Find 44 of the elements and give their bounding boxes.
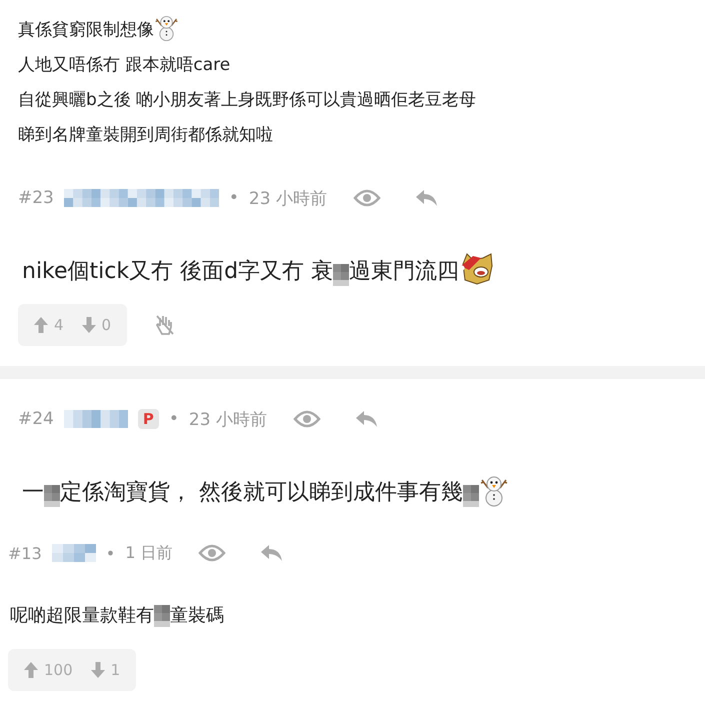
arrow-up-icon [34, 317, 48, 333]
body-text: 人地又唔係冇 跟本就唔care [18, 54, 230, 76]
dog-emoticon-icon [459, 252, 496, 286]
pixelated-name [52, 544, 96, 562]
body-text: 真係貧窮限制想像 [18, 19, 154, 41]
body-text: 一 [22, 479, 44, 507]
body-text: 睇到名牌童裝開到周街都係就知啦 [18, 124, 273, 146]
post-number: #13 [8, 544, 42, 562]
reply-icon[interactable] [260, 544, 284, 562]
body-text: 童裝碼 [170, 604, 224, 627]
censored-mosaic [44, 485, 60, 507]
post-time: 1 日前 [125, 542, 172, 564]
eye-icon[interactable] [292, 410, 321, 428]
hand-slash-icon[interactable] [155, 314, 176, 336]
upvote-button[interactable]: 4 [34, 316, 64, 334]
body-text: nike個tick又冇 後面d字又冇 衰 [22, 258, 334, 286]
downvote-button[interactable]: 0 [82, 316, 112, 334]
censored-mosaic [333, 264, 350, 286]
snowman-icon [154, 14, 179, 41]
post-number: #24 [18, 409, 54, 429]
body-text: 定係淘寶貨， 然後就可以睇到成件事有幾 [60, 479, 463, 507]
eye-icon[interactable] [352, 189, 381, 207]
censored-mosaic [154, 605, 170, 627]
badge: P [138, 409, 159, 429]
upvote-button[interactable]: 100 [24, 661, 73, 679]
eye-icon[interactable] [198, 544, 226, 562]
post-time: 23 小時前 [248, 188, 327, 210]
arrow-down-icon [82, 317, 96, 333]
arrow-down-icon [90, 662, 105, 678]
downvote-button[interactable]: 1 [90, 661, 120, 679]
separator-dot: • [106, 544, 116, 562]
reply-icon[interactable] [414, 189, 439, 207]
body-text: 呢啲超限量款鞋有 [10, 604, 154, 627]
censored-mosaic [463, 485, 479, 507]
post-time: 23 小時前 [188, 408, 267, 430]
snowman-icon [479, 474, 509, 507]
post-number: #23 [18, 188, 54, 208]
arrow-up-icon [24, 662, 38, 678]
separator-dot: • [168, 409, 179, 429]
body-text: 過東門流四 [349, 258, 460, 286]
reply-icon[interactable] [354, 410, 379, 428]
body-text: 自從興曬b之後 啲小朋友著上身既野係可以貴過晒佢老豆老母 [18, 89, 476, 111]
separator-dot: • [228, 188, 239, 208]
pixelated-name [64, 410, 128, 428]
